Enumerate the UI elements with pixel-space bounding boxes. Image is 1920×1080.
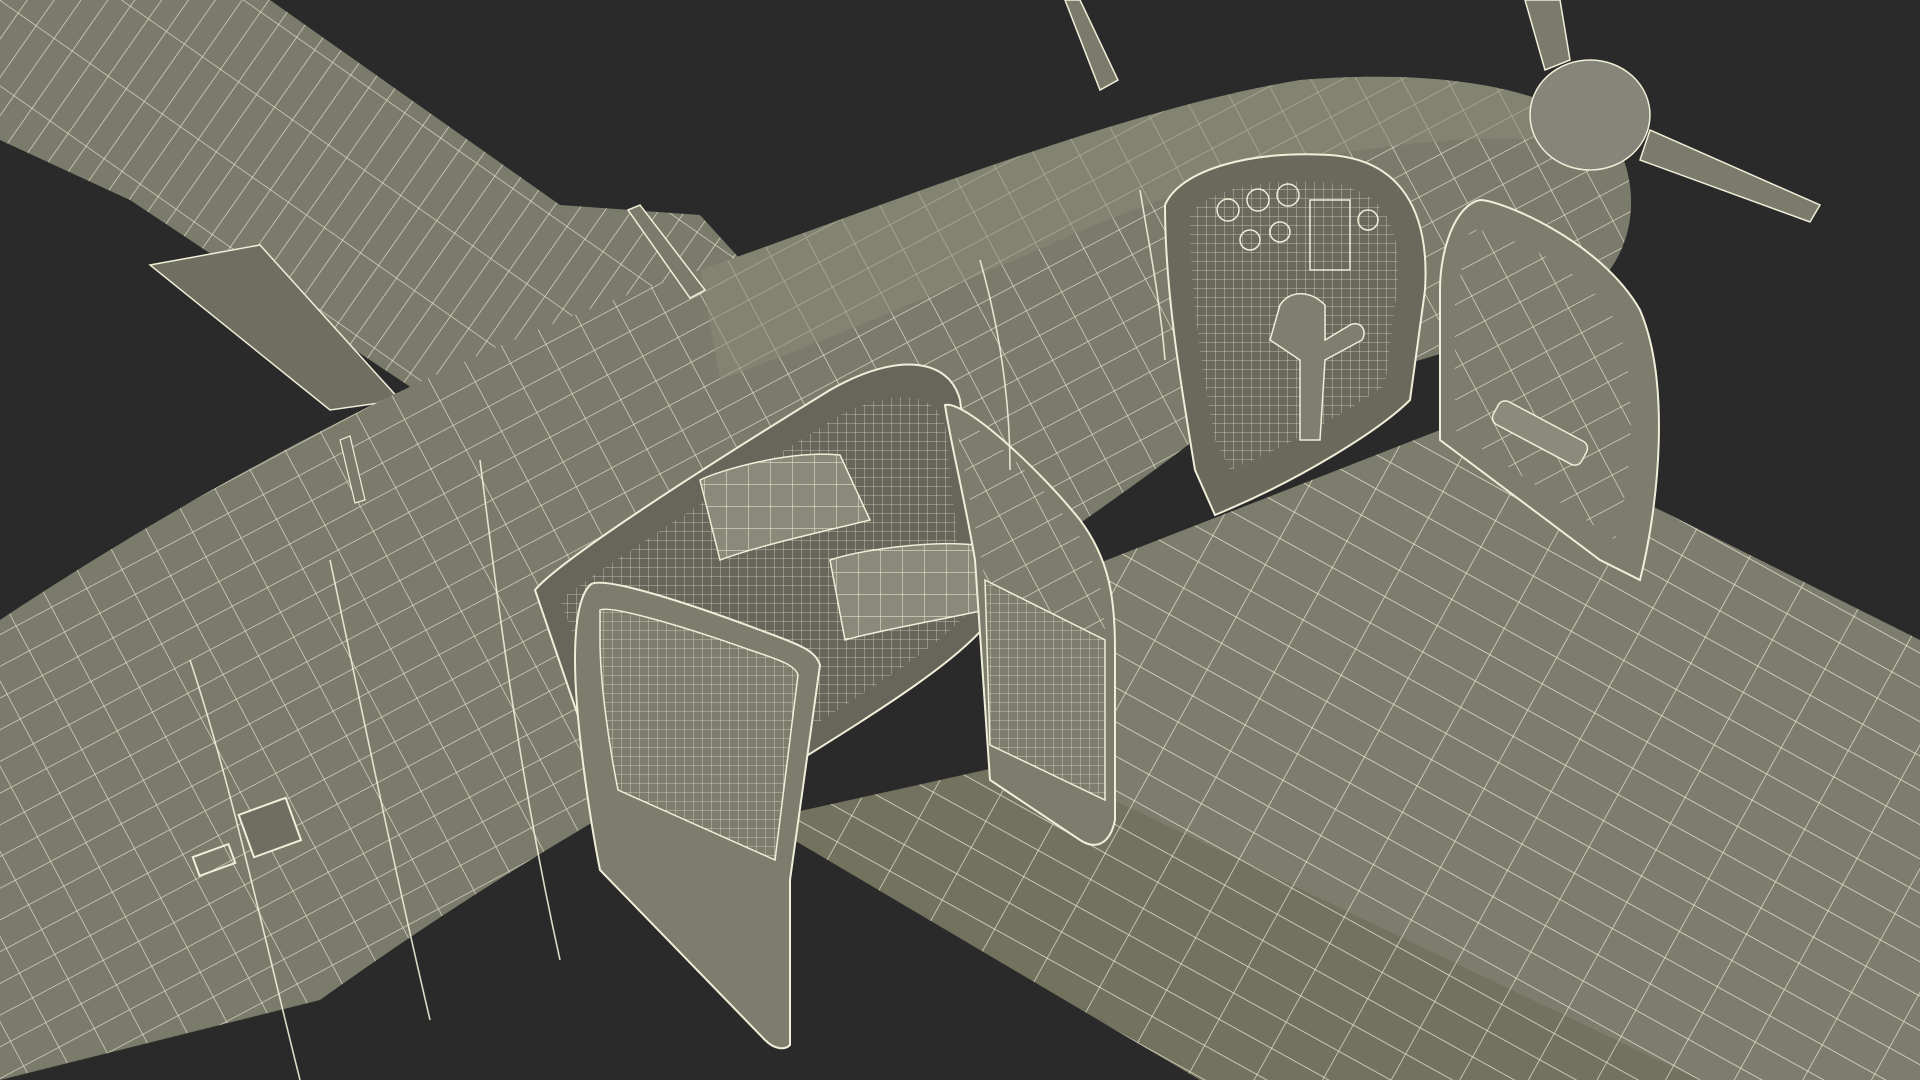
aircraft-wireframe-render <box>0 0 1920 1080</box>
rear-door-open <box>573 581 822 1050</box>
render-viewport <box>0 0 1920 1080</box>
